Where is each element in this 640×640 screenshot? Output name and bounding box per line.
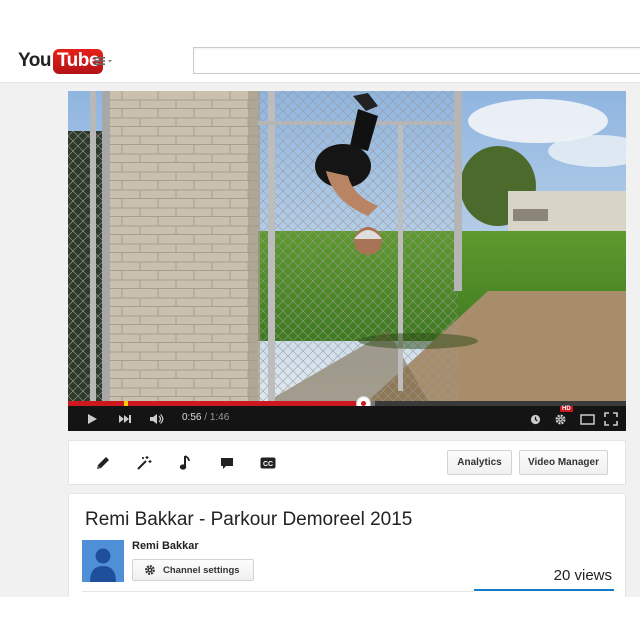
annotations-button[interactable] — [217, 453, 237, 473]
guide-menu-button[interactable] — [94, 54, 116, 68]
logo-text-you: You — [18, 50, 51, 71]
clock-icon — [530, 414, 540, 424]
video-player[interactable]: 0:56 / 1:46 HD — [68, 91, 626, 431]
audio-button[interactable] — [175, 453, 195, 473]
theater-icon — [579, 413, 595, 425]
fullscreen-button[interactable] — [602, 411, 620, 427]
channel-name[interactable]: Remi Bakkar — [132, 540, 199, 552]
pencil-icon — [97, 457, 109, 469]
channel-settings-button[interactable]: Channel settings — [132, 559, 254, 581]
gear-icon — [144, 564, 156, 576]
video-info-card: Remi Bakkar - Parkour Demoreel 2015 Remi… — [68, 493, 626, 603]
menu-icon — [94, 57, 112, 65]
time-separator: / — [201, 412, 210, 423]
edit-button[interactable] — [93, 453, 113, 473]
volume-button[interactable] — [148, 411, 166, 427]
watch-later-button[interactable] — [528, 411, 542, 427]
video-title: Remi Bakkar - Parkour Demoreel 2015 — [85, 509, 413, 530]
theater-mode-button[interactable] — [578, 411, 596, 427]
volume-icon — [150, 414, 164, 424]
next-icon — [119, 415, 131, 423]
magic-wand-icon — [137, 456, 152, 470]
views-underline — [474, 589, 614, 591]
view-count: 20 views — [553, 567, 612, 584]
current-time: 0:56 — [182, 412, 202, 423]
masthead: You Tube — [0, 0, 640, 83]
duration: 1:46 — [209, 412, 230, 423]
user-silhouette-icon — [90, 548, 116, 582]
divider — [82, 591, 474, 592]
gear-icon — [554, 413, 566, 425]
time-display: 0:56 / 1:46 — [182, 412, 229, 423]
search-input[interactable] — [193, 47, 640, 74]
fullscreen-icon — [604, 412, 618, 426]
play-button[interactable] — [84, 411, 100, 427]
annotation-icon — [221, 458, 233, 469]
settings-button[interactable]: HD — [552, 406, 573, 427]
channel-settings-label: Channel settings — [163, 564, 240, 576]
music-note-icon — [179, 455, 190, 470]
hd-badge: HD — [560, 406, 573, 412]
video-frame[interactable] — [68, 91, 626, 401]
player-controls: 0:56 / 1:46 HD — [68, 406, 626, 431]
next-button[interactable] — [116, 411, 134, 427]
svg-text:CC: CC — [263, 461, 273, 468]
youtube-logo[interactable]: You Tube — [18, 48, 103, 74]
cc-icon: CC — [260, 457, 276, 469]
subtitles-button[interactable]: CC — [258, 453, 278, 473]
page-footer-area — [0, 597, 640, 640]
channel-avatar[interactable] — [82, 540, 124, 582]
enhancements-button[interactable] — [134, 453, 154, 473]
analytics-button[interactable]: Analytics — [447, 450, 512, 475]
creator-action-bar: CC Analytics Video Manager — [68, 440, 626, 485]
video-manager-button[interactable]: Video Manager — [519, 450, 608, 475]
play-icon — [88, 414, 97, 424]
